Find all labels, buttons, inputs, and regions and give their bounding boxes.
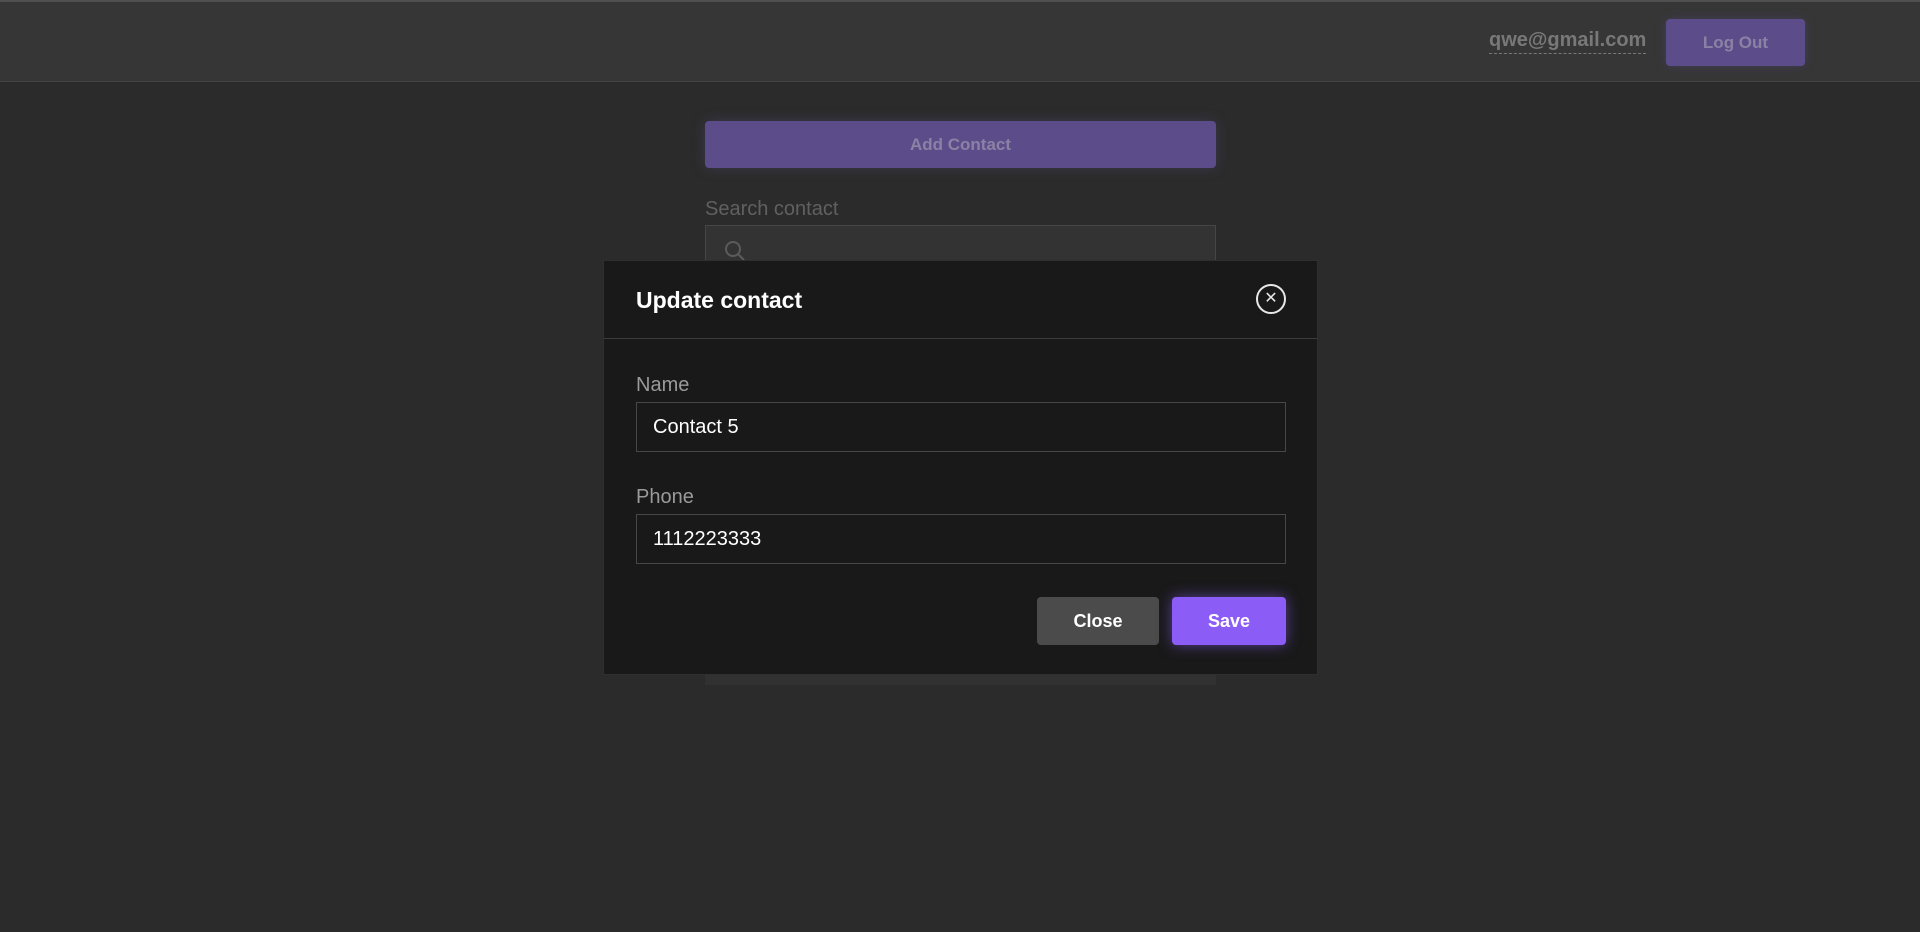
name-field[interactable] — [636, 402, 1286, 452]
modal-header: Update contact ✕ — [604, 261, 1317, 339]
modal-title: Update contact — [636, 287, 803, 313]
close-button[interactable]: Close — [1037, 597, 1159, 645]
name-label: Name — [636, 374, 690, 396]
close-icon[interactable]: ✕ — [1256, 284, 1286, 314]
phone-label: Phone — [636, 486, 694, 508]
save-button[interactable]: Save — [1172, 597, 1286, 645]
phone-field[interactable] — [636, 514, 1286, 564]
contacts-app: qwe@gmail.com Log Out Add Contact Search… — [0, 0, 1920, 932]
update-contact-modal: Update contact ✕ Name Phone Close Save — [603, 260, 1318, 675]
